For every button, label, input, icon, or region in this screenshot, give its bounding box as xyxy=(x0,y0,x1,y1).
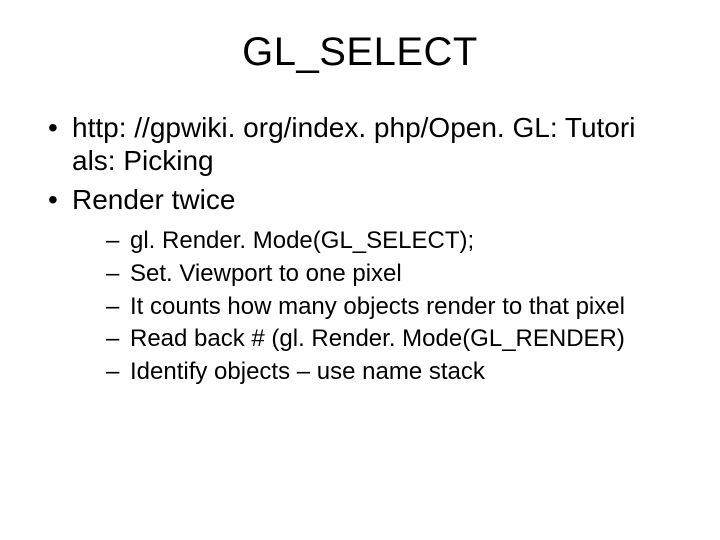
sub-bullet-text: It counts how many objects render to tha… xyxy=(130,293,625,320)
sub-bullet-item: Set. Viewport to one pixel xyxy=(106,259,684,290)
bullet-item: Render twice gl. Render. Mode(GL_SELECT)… xyxy=(44,183,684,388)
bullet-text: http: //gpwiki. org/index. php/Open. GL:… xyxy=(72,112,635,176)
bullet-list-level2: gl. Render. Mode(GL_SELECT); Set. Viewpo… xyxy=(72,226,684,388)
sub-bullet-item: gl. Render. Mode(GL_SELECT); xyxy=(106,226,684,257)
bullet-item: http: //gpwiki. org/index. php/Open. GL:… xyxy=(44,111,684,177)
sub-bullet-text: Read back # (gl. Render. Mode(GL_RENDER) xyxy=(130,325,625,352)
sub-bullet-item: It counts how many objects render to tha… xyxy=(106,292,684,323)
sub-bullet-text: gl. Render. Mode(GL_SELECT); xyxy=(130,227,474,254)
sub-bullet-item: Identify objects – use name stack xyxy=(106,357,684,388)
slide-title: GL_SELECT xyxy=(36,30,684,75)
bullet-text: Render twice xyxy=(72,184,235,215)
sub-bullet-item: Read back # (gl. Render. Mode(GL_RENDER) xyxy=(106,324,684,355)
slide: GL_SELECT http: //gpwiki. org/index. php… xyxy=(0,0,720,540)
sub-bullet-text: Identify objects – use name stack xyxy=(130,358,485,385)
sub-bullet-text: Set. Viewport to one pixel xyxy=(130,260,402,287)
bullet-list-level1: http: //gpwiki. org/index. php/Open. GL:… xyxy=(36,111,684,388)
